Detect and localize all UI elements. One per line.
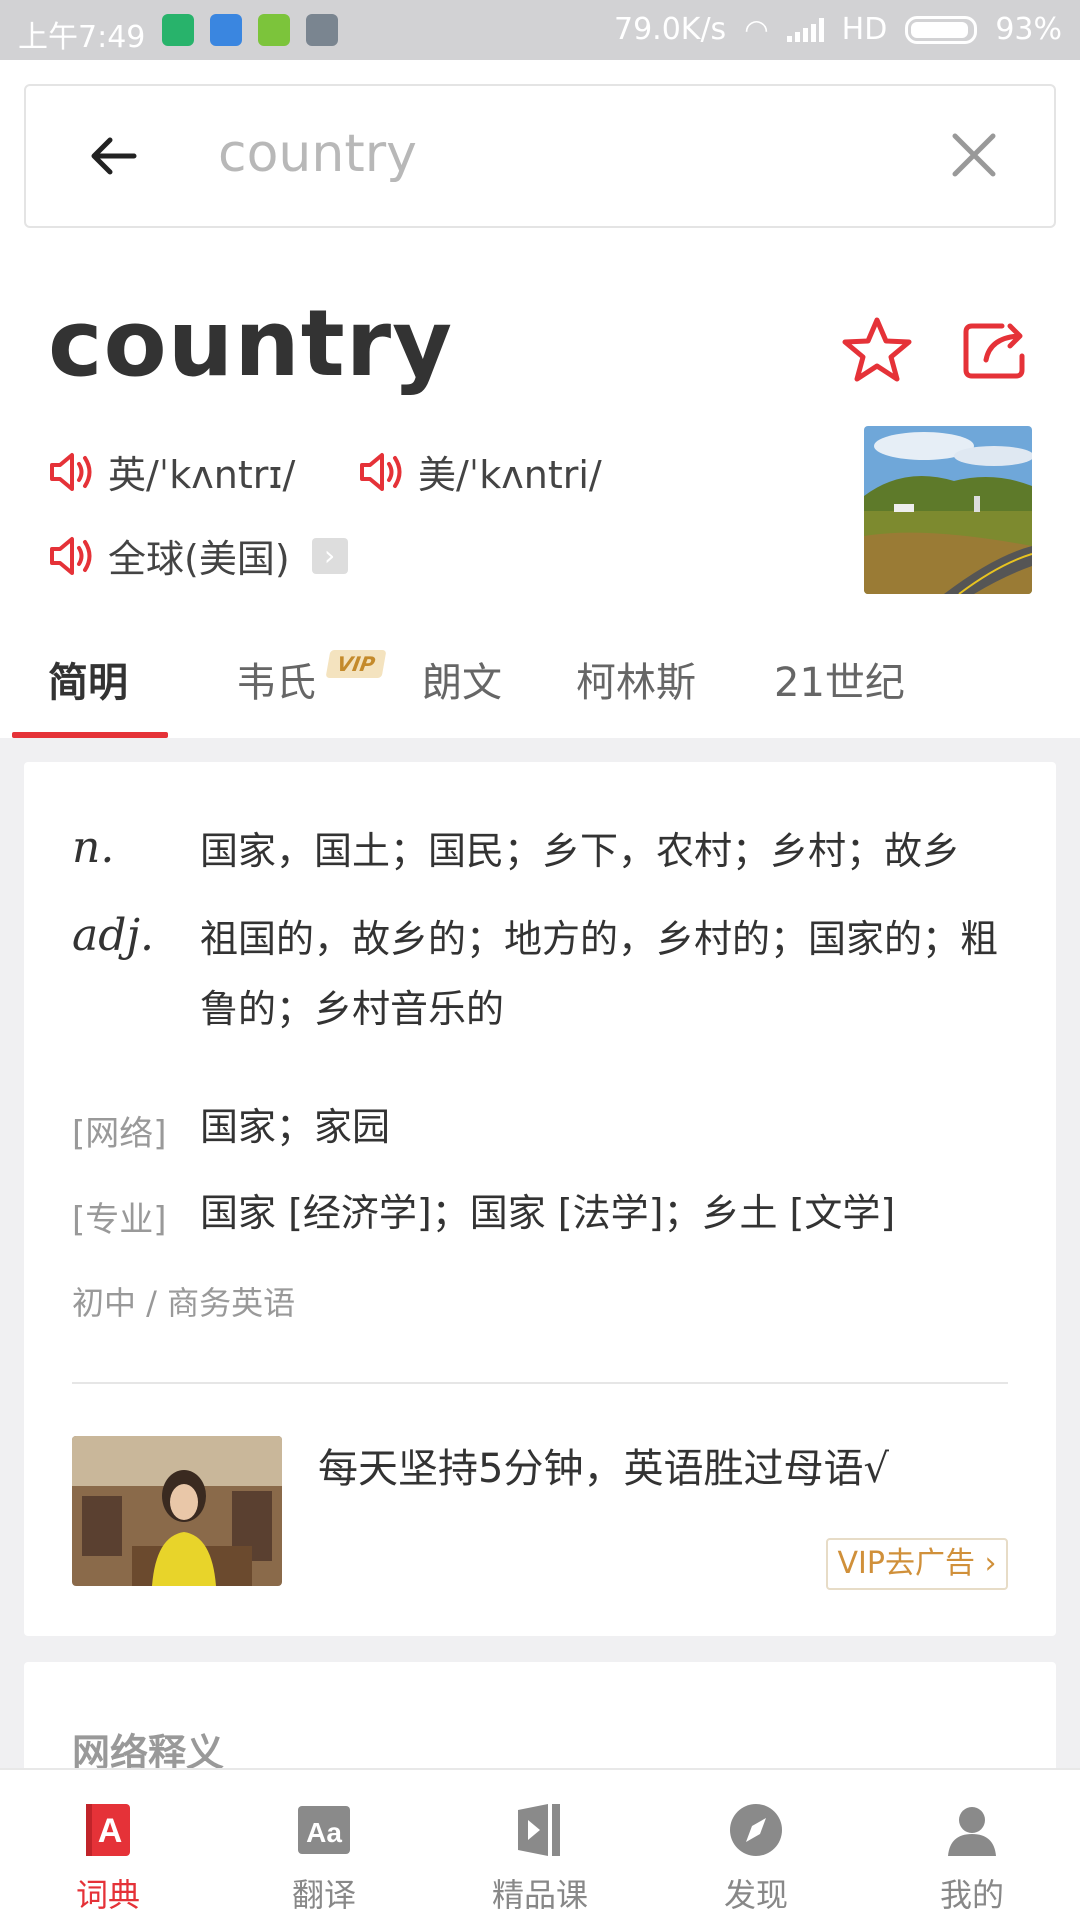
profile-icon xyxy=(948,1807,996,1856)
close-icon[interactable] xyxy=(944,120,1004,190)
remove-ads-button[interactable]: VIP去广告 › xyxy=(826,1538,1008,1590)
tab-collins[interactable]: 柯林斯 xyxy=(576,650,696,708)
tab-webster[interactable]: 韦氏 xyxy=(236,650,316,708)
search-input[interactable]: country xyxy=(218,124,417,184)
speaker-icon xyxy=(50,452,92,491)
nav-translate[interactable]: Aa 翻译 xyxy=(254,1800,394,1916)
professional-definition[interactable]: 国家 [经济学]；国家 [法学]；乡土 [文学] xyxy=(200,1178,1000,1248)
active-tab-indicator xyxy=(12,732,168,738)
nav-label: 发现 xyxy=(723,1876,788,1914)
battery-app-icon xyxy=(258,14,290,46)
nav-courses[interactable]: 精品课 xyxy=(470,1800,610,1916)
professional-label: [专业] xyxy=(72,1200,167,1240)
headword: country xyxy=(48,290,454,397)
search-bar: country xyxy=(24,84,1056,228)
course-icon xyxy=(518,1804,560,1856)
nav-label: 词典 xyxy=(75,1876,140,1914)
tab-jianming[interactable]: 简明 xyxy=(48,650,128,708)
uk-pronunciation-text: 英/ˈkʌntrɪ/ xyxy=(108,453,296,497)
status-bar: 上午7:49 79.0K/s ◠ HD 93% xyxy=(0,0,1080,60)
speaker-icon xyxy=(50,536,92,575)
share-icon[interactable] xyxy=(960,320,1030,380)
web-label: [网络] xyxy=(72,1114,167,1154)
nav-label: 精品课 xyxy=(491,1876,588,1914)
compass-icon xyxy=(730,1804,782,1856)
translate-icon: Aa xyxy=(298,1806,350,1854)
hd-indicator: HD xyxy=(841,12,888,47)
global-pronunciation-text: 全球(美国) xyxy=(108,537,290,581)
battery-percent: 93% xyxy=(995,12,1062,47)
wifi-icon: ◠ xyxy=(744,13,769,46)
divider xyxy=(72,1382,1008,1384)
chevron-right-icon[interactable]: › xyxy=(311,537,348,574)
security-shield-icon xyxy=(162,14,194,46)
nav-dictionary[interactable]: A 词典 xyxy=(38,1800,178,1916)
network-speed: 79.0K/s xyxy=(613,12,727,47)
cloud-icon xyxy=(210,14,242,46)
nav-profile[interactable]: 我的 xyxy=(902,1800,1042,1916)
noun-pos: n. xyxy=(72,822,115,873)
remove-ads-label: VIP去广告 xyxy=(837,1546,975,1581)
dictionary-icon: A xyxy=(86,1804,130,1856)
signal-icon xyxy=(786,17,824,42)
word-image[interactable] xyxy=(864,426,1032,594)
noun-definition[interactable]: 国家，国土；国民；乡下，农村；乡村；故乡 xyxy=(200,816,1000,886)
svg-text:A: A xyxy=(98,1812,123,1850)
bottom-nav: A 词典 Aa 翻译 精品课 发现 我的 xyxy=(0,1768,1080,1920)
nav-label: 我的 xyxy=(939,1876,1004,1914)
uk-pronunciation[interactable]: 英/ˈkʌntrɪ/ xyxy=(48,444,295,499)
tab-longman[interactable]: 朗文 xyxy=(422,650,502,708)
svg-text:Aa: Aa xyxy=(306,1817,342,1848)
back-arrow-icon[interactable] xyxy=(84,126,144,186)
star-icon[interactable] xyxy=(842,316,912,382)
adj-pos: adj. xyxy=(72,910,155,961)
web-definition[interactable]: 国家；家园 xyxy=(200,1092,1000,1162)
ad-image[interactable] xyxy=(72,1436,282,1586)
us-pronunciation-text: 美/ˈkʌntri/ xyxy=(418,453,602,497)
nav-discover[interactable]: 发现 xyxy=(686,1800,826,1916)
speaker-icon xyxy=(360,452,402,491)
global-pronunciation[interactable]: 全球(美国) › xyxy=(48,528,348,583)
status-time: 上午7:49 xyxy=(18,20,146,55)
storage-icon xyxy=(306,14,338,46)
us-pronunciation[interactable]: 美/ˈkʌntri/ xyxy=(358,444,602,499)
nav-label: 翻译 xyxy=(291,1876,356,1914)
web-meaning-card: 网络释义 xyxy=(24,1662,1056,1782)
tab-21st-century[interactable]: 21世纪 xyxy=(774,650,905,708)
vip-badge: VIP xyxy=(325,650,387,678)
ad-text[interactable]: 每天坚持5分钟，英语胜过母语√ xyxy=(318,1436,889,1494)
adj-definition[interactable]: 祖国的，故乡的；地方的，乡村的；国家的；粗鲁的；乡村音乐的 xyxy=(200,904,1000,1044)
word-level-tags: 初中 / 商务英语 xyxy=(72,1284,296,1322)
battery-icon xyxy=(905,15,978,44)
